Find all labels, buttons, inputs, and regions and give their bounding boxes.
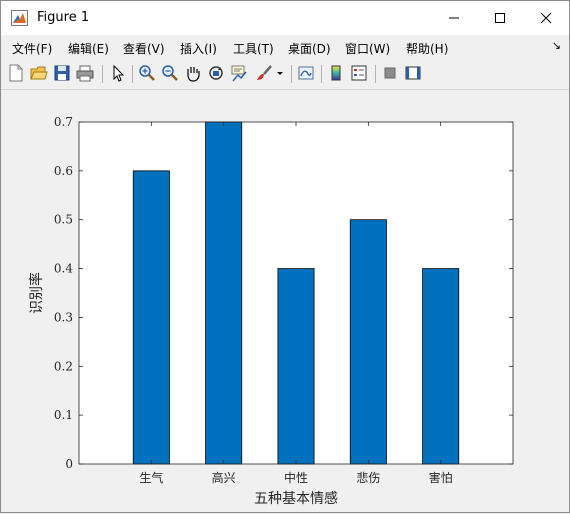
show-plot-tools-icon[interactable] [404,64,422,82]
bar[interactable] [277,268,315,465]
menu-overflow-icon[interactable]: ↘ [552,39,561,52]
x-tick-label: 生气 [139,470,163,485]
y-tick-label: 0.3 [54,310,73,324]
y-tick-label: 0 [65,457,73,471]
open-file-icon[interactable] [30,64,48,82]
bar[interactable] [422,268,460,465]
toolbar [1,59,569,90]
colorbar-icon[interactable] [327,64,345,82]
legend-icon[interactable] [350,64,368,82]
zoom-out-icon[interactable] [161,64,179,82]
rotate-3d-icon[interactable] [207,64,225,82]
matlab-icon [11,10,28,26]
figure-canvas[interactable]: 生气 高兴 中性 悲伤 害怕 0 0.1 0.2 0.3 0.4 0.5 0.6 0.7 五种基本情感 识别… [5,90,567,510]
x-tick-label: 悲伤 [356,470,380,485]
hide-plot-tools-icon[interactable] [381,64,399,82]
y-tick-label: 0.7 [54,115,73,129]
menu-help[interactable]: 帮助(H) [406,40,448,57]
y-tick-label: 0.5 [54,213,73,227]
menu-desktop[interactable]: 桌面(D) [288,40,331,57]
data-cursor-icon[interactable] [230,64,248,82]
y-tick-label: 0.1 [54,408,73,422]
link-plot-icon[interactable] [297,64,315,82]
pan-icon[interactable] [184,64,202,82]
bar[interactable] [205,121,243,465]
bar[interactable] [132,170,170,465]
close-icon [540,12,552,24]
y-axis-label: 识别率 [28,272,45,314]
title-bar[interactable]: Figure 1 [1,1,569,35]
x-axis-label: 五种基本情感 [254,490,338,507]
brush-icon[interactable] [255,64,273,82]
minimize-button[interactable] [431,1,477,35]
menu-window[interactable]: 窗口(W) [345,40,390,57]
y-tick-label: 0.6 [54,164,73,178]
bar-chart[interactable]: 生气 高兴 中性 悲伤 害怕 0 0.1 0.2 0.3 0.4 0.5 0.6 0.7 五种基本情感 识别… [5,90,567,510]
menu-bar: 文件(F) 编辑(E) 查看(V) 插入(I) 工具(T) 桌面(D) 窗口(W… [1,35,569,59]
bar[interactable] [349,219,387,465]
toolbar-separator [321,65,322,83]
menu-insert[interactable]: 插入(I) [180,40,217,57]
x-tick-label: 高兴 [212,470,236,485]
y-tick-label: 0.4 [54,262,73,276]
toolbar-separator [375,65,376,83]
close-button[interactable] [523,1,569,35]
menu-view[interactable]: 查看(V) [123,40,165,57]
toolbar-separator [132,65,133,83]
brush-dropdown-icon[interactable] [275,64,285,82]
x-tick-label: 中性 [284,470,308,485]
maximize-icon [495,13,505,23]
menu-edit[interactable]: 编辑(E) [68,40,109,57]
maximize-button[interactable] [477,1,523,35]
x-tick-label: 害怕 [429,470,453,485]
y-tick-label: 0.2 [54,359,73,373]
toolbar-separator [291,65,292,83]
menu-tools[interactable]: 工具(T) [233,40,274,57]
print-icon[interactable] [76,64,94,82]
save-icon[interactable] [53,64,71,82]
minimize-icon [449,17,459,19]
new-figure-icon[interactable] [7,64,25,82]
window-title: Figure 1 [37,10,90,25]
menu-file[interactable]: 文件(F) [12,40,52,57]
toolbar-separator [102,65,103,83]
figure-window: Figure 1 文件(F) 编辑(E) 查看(V) 插入(I) 工具(T) 桌… [0,0,570,513]
zoom-in-icon[interactable] [138,64,156,82]
pointer-icon[interactable] [109,64,127,82]
